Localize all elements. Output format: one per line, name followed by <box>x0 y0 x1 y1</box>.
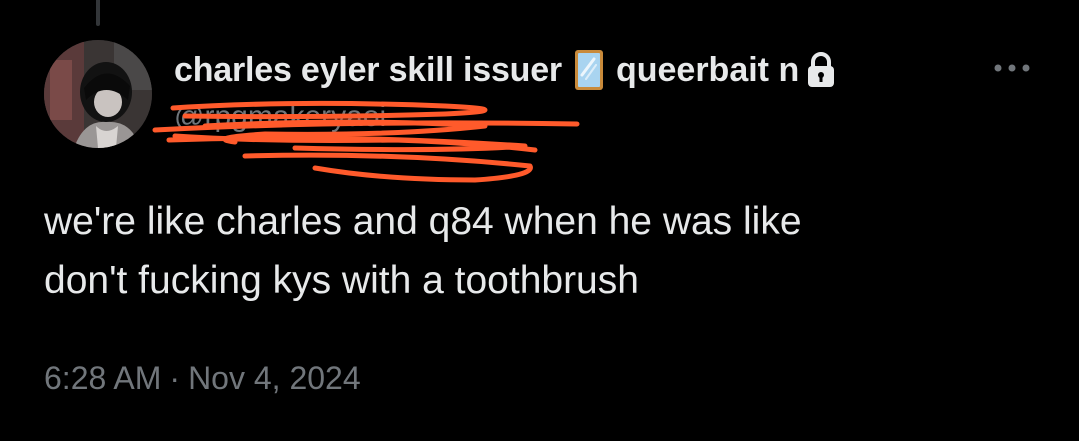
avatar[interactable] <box>44 40 152 148</box>
tweet-text: we're like charles and q84 when he was l… <box>44 192 1044 310</box>
thread-connector-line <box>96 0 100 26</box>
separator-dot: · <box>169 360 181 396</box>
lock-icon <box>805 51 837 89</box>
mirror-emoji-icon <box>574 49 604 91</box>
user-handle[interactable]: @rpgmakeryaoi <box>174 100 386 134</box>
tweet-text-line-2: don't fucking kys with a toothbrush <box>44 259 639 302</box>
display-name-suffix[interactable]: queerbait n <box>616 51 799 90</box>
display-name[interactable]: charles eyler skill issuer <box>174 51 562 90</box>
tweet-time: 6:28 AM <box>44 360 162 396</box>
tweet-date: Nov 4, 2024 <box>188 360 361 396</box>
more-options-icon[interactable] <box>992 60 1032 76</box>
avatar-image <box>44 40 152 148</box>
tweet-timestamp[interactable]: 6:28 AM · Nov 4, 2024 <box>44 360 361 397</box>
tweet-text-line-1: we're like charles and q84 when he was l… <box>44 200 802 243</box>
tweet-header: charles eyler skill issuer queerbait n <box>174 47 837 93</box>
